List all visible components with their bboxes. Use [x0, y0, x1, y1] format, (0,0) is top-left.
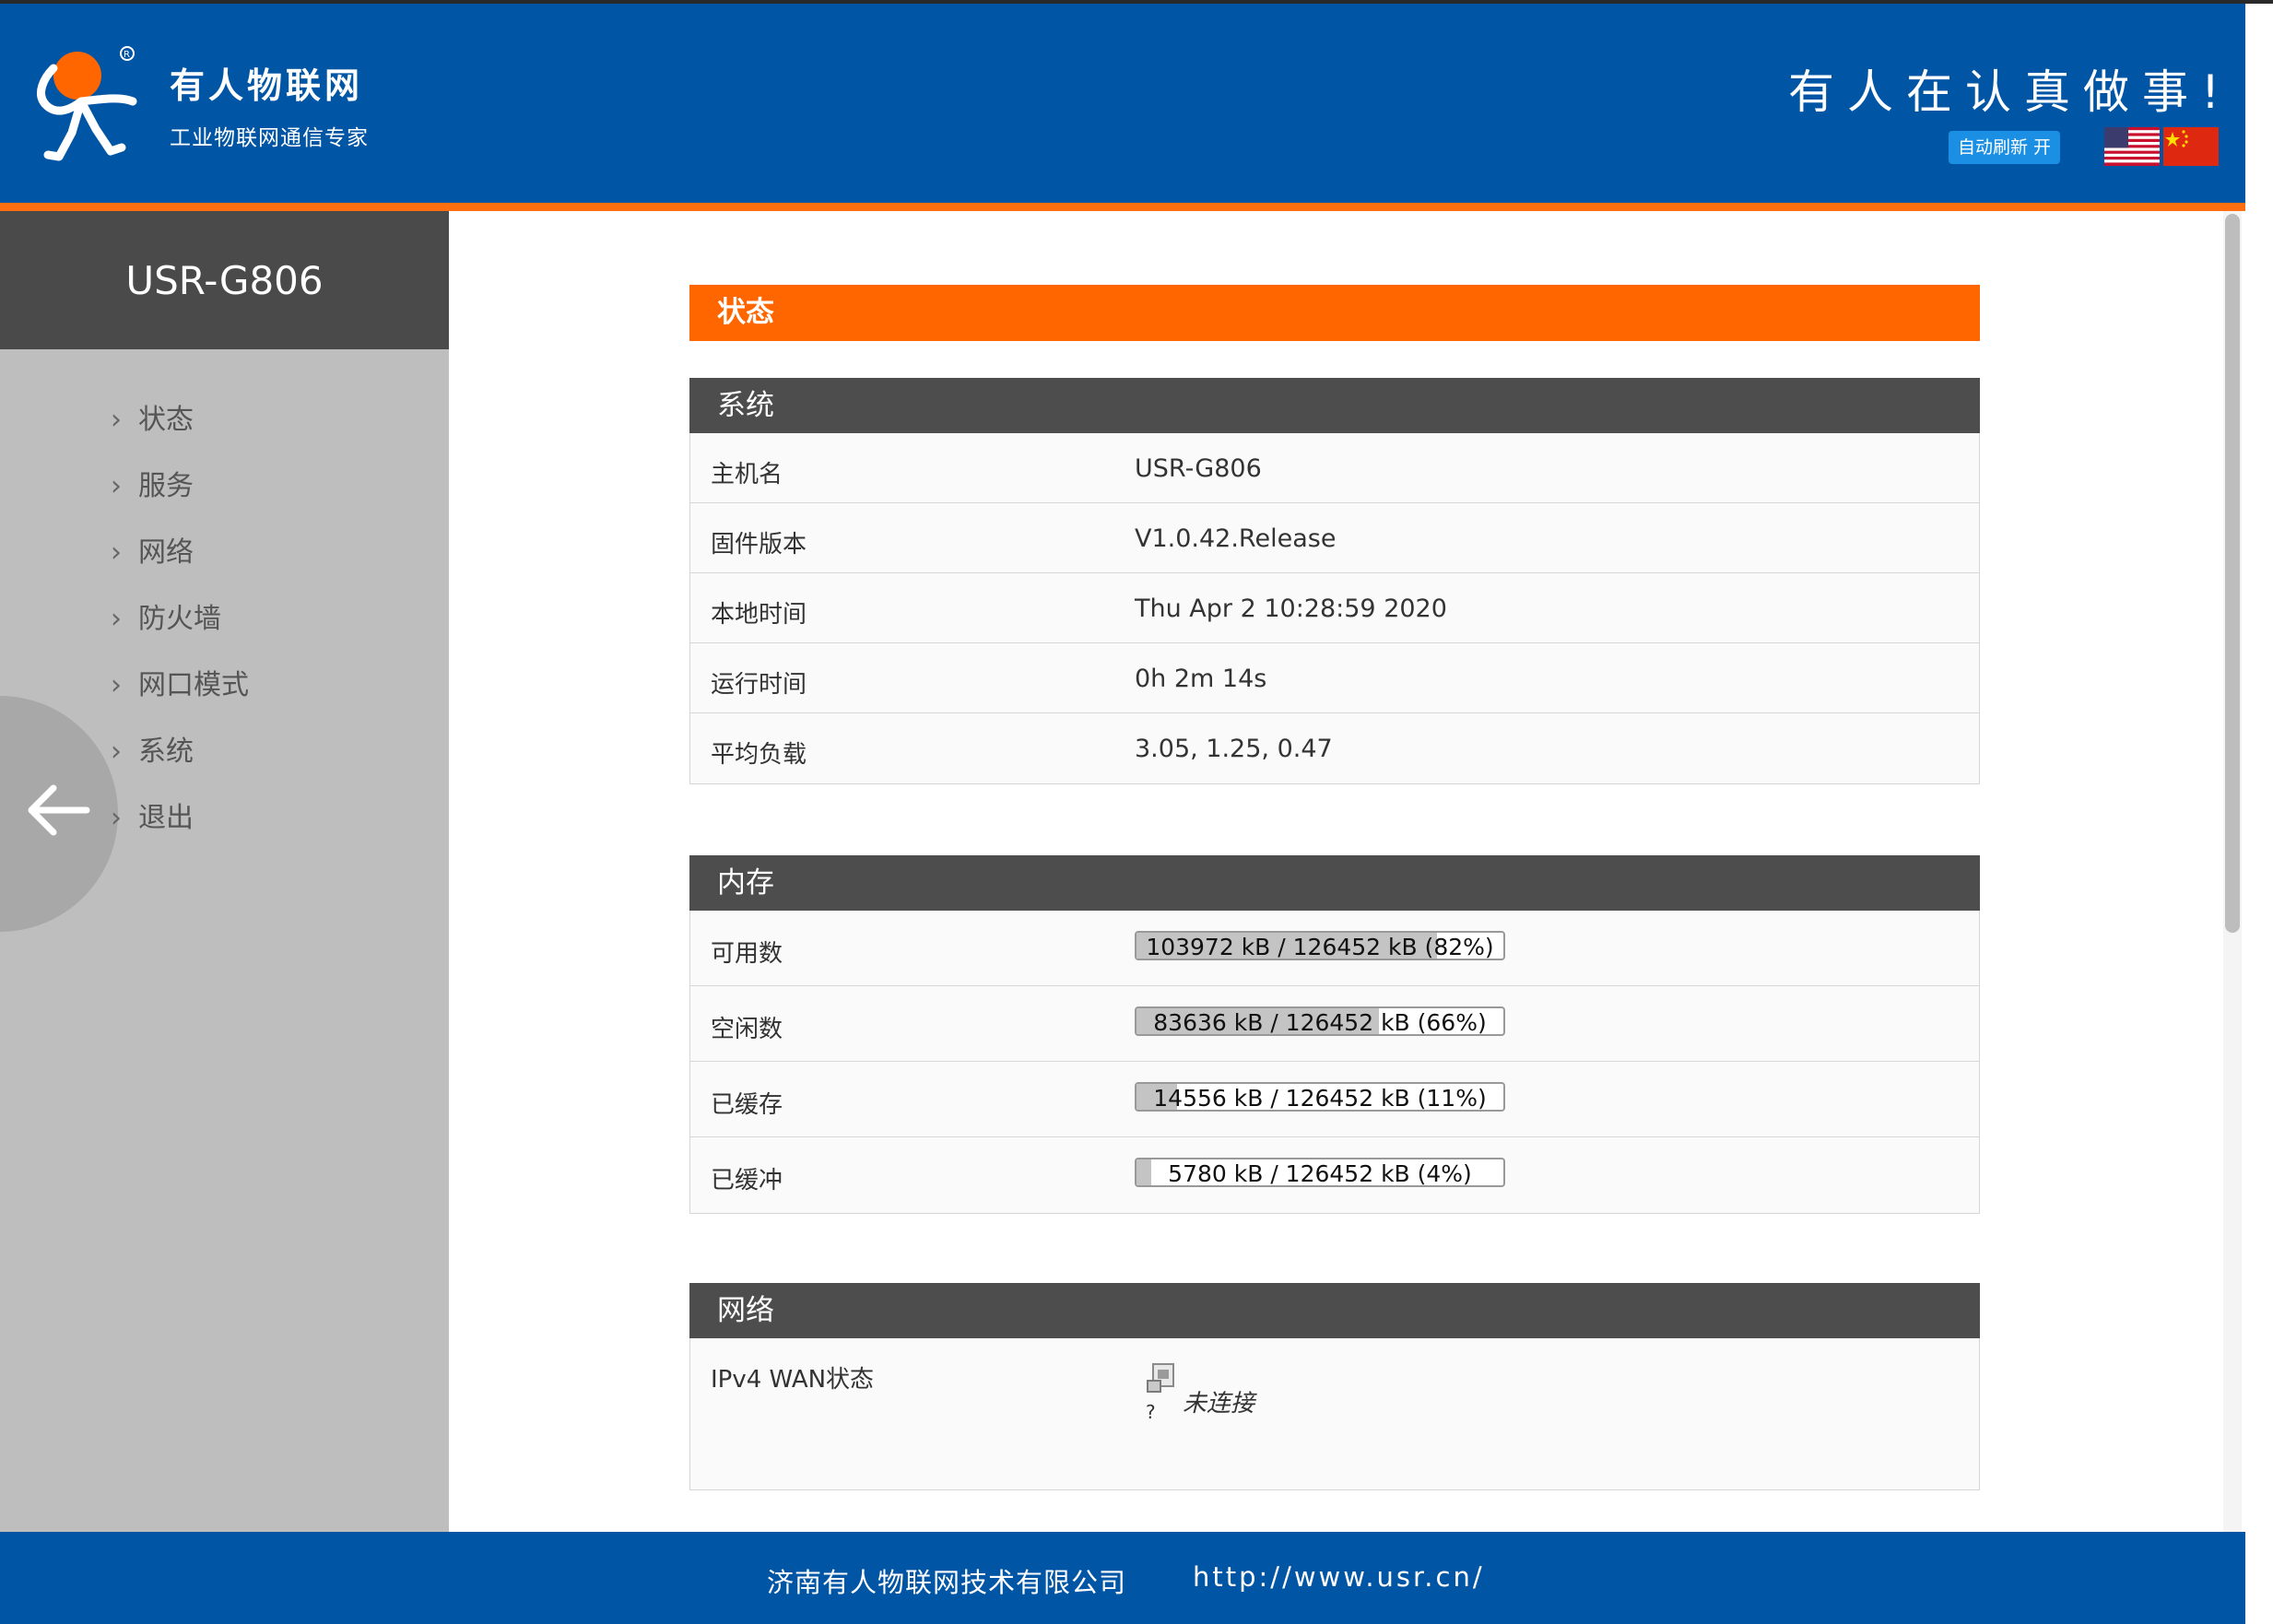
device-model-title: USR-G806 [0, 211, 449, 349]
system-table: 主机名 USR-G806 固件版本 V1.0.42.Release 本地时间 Thu … [689, 433, 1980, 784]
row-value: V1.0.42.Release [1135, 524, 1337, 553]
sidebar-item-label: 防火墙 [138, 603, 221, 635]
memory-usage-bar: 83636 kB / 126452 kB (66%) [1135, 1006, 1505, 1036]
memory-usage-bar: 14556 kB / 126452 kB (11%) [1135, 1082, 1505, 1112]
svg-text:R: R [124, 50, 130, 60]
slogan: 有人在认真做事! [1788, 65, 2233, 119]
table-row: 已缓存 14556 kB / 126452 kB (11%) [690, 1062, 1979, 1137]
sidebar-item-services[interactable]: › 服务 [111, 464, 194, 510]
brand-tagline: 工业物联网通信专家 [170, 126, 369, 150]
row-label: 平均负载 [711, 741, 807, 769]
memory-bar-text: 5780 kB / 126452 kB (4%) [1168, 1160, 1472, 1187]
usr-logo-icon: R [37, 46, 137, 161]
table-row: 平均负载 3.05, 1.25, 0.47 [690, 713, 1979, 783]
us-flag-icon[interactable] [2104, 127, 2160, 166]
chevron-right-icon: › [111, 470, 122, 502]
row-value: 3.05, 1.25, 0.47 [1135, 735, 1333, 763]
row-label: 运行时间 [711, 671, 807, 699]
table-row: 固件版本 V1.0.42.Release [690, 503, 1979, 573]
chevron-right-icon: › [111, 802, 122, 834]
memory-usage-bar: 5780 kB / 126452 kB (4%) [1135, 1158, 1505, 1187]
row-value: Thu Apr 2 10:28:59 2020 [1135, 594, 1447, 623]
system-section-heading: 系统 [689, 378, 1980, 433]
row-label: 已缓冲 [711, 1167, 783, 1194]
table-row: 本地时间 Thu Apr 2 10:28:59 2020 [690, 573, 1979, 643]
sidebar-item-label: 退出 [138, 802, 194, 834]
memory-section-heading: 内存 [689, 855, 1980, 911]
sidebar-item-logout[interactable]: › 退出 [111, 795, 194, 841]
table-row: 运行时间 0h 2m 14s [690, 643, 1979, 713]
chevron-right-icon: › [111, 603, 122, 635]
row-label: 空闲数 [711, 1016, 783, 1043]
table-row: 主机名 USR-G806 [690, 433, 1979, 503]
sidebar-item-label: 网络 [138, 536, 194, 569]
sidebar-item-label: 系统 [138, 736, 194, 768]
memory-bar-text: 103972 kB / 126452 kB (82%) [1146, 934, 1494, 960]
chevron-right-icon: › [111, 669, 122, 701]
back-arrow-icon[interactable] [22, 783, 92, 838]
memory-usage-bar: 103972 kB / 126452 kB (82%) [1135, 931, 1505, 960]
row-label: 可用数 [711, 940, 783, 968]
wan-icon-caption: ? [1146, 1401, 1156, 1423]
table-row: IPv4 WAN状态 ? 未连接 [690, 1338, 1979, 1489]
footer-url-link[interactable]: http://www.usr.cn/ [1193, 1561, 1485, 1593]
china-flag-icon[interactable] [2163, 127, 2219, 166]
page-title: 状态 [689, 285, 1980, 341]
table-row: 可用数 103972 kB / 126452 kB (82%) [690, 911, 1979, 986]
network-table: IPv4 WAN状态 ? 未连接 [689, 1338, 1980, 1490]
sidebar: USR-G806 › 状态 › 服务 › 网络 › 防火墙 › 网口模式 › 系统 › 退出 [0, 211, 449, 1532]
row-label: 主机名 [711, 461, 783, 488]
sidebar-item-port-mode[interactable]: › 网口模式 [111, 663, 249, 709]
chevron-right-icon: › [111, 404, 122, 436]
network-section-heading: 网络 [689, 1283, 1980, 1338]
chevron-right-icon: › [111, 536, 122, 569]
memory-table: 可用数 103972 kB / 126452 kB (82%) 空闲数 8363… [689, 911, 1980, 1214]
row-value: USR-G806 [1135, 454, 1262, 483]
wan-status-text: 未连接 [1183, 1390, 1255, 1418]
sidebar-item-firewall[interactable]: › 防火墙 [111, 596, 221, 642]
sidebar-item-label: 网口模式 [138, 669, 249, 701]
row-label: IPv4 WAN状态 [711, 1366, 875, 1394]
header: R 有人物联网 工业物联网通信专家 有人在认真做事! 自动刷新 开 [0, 4, 2245, 203]
footer-company: 济南有人物联网技术有限公司 [767, 1567, 1127, 1598]
sidebar-item-status[interactable]: › 状态 [111, 397, 194, 443]
auto-refresh-toggle[interactable]: 自动刷新 开 [1949, 131, 2061, 164]
memory-bar-text: 83636 kB / 126452 kB (66%) [1153, 1009, 1487, 1036]
table-row: 已缓冲 5780 kB / 126452 kB (4%) [690, 1137, 1979, 1213]
scrollbar-thumb[interactable] [2225, 214, 2240, 933]
table-row: 空闲数 83636 kB / 126452 kB (66%) [690, 986, 1979, 1062]
brand-name: 有人物联网 [170, 65, 364, 106]
row-value: 0h 2m 14s [1135, 665, 1267, 693]
memory-bar-text: 14556 kB / 126452 kB (11%) [1153, 1085, 1487, 1112]
footer: 济南有人物联网技术有限公司 http://www.usr.cn/ [0, 1532, 2245, 1624]
row-label: 固件版本 [711, 531, 807, 559]
row-label: 已缓存 [711, 1091, 783, 1119]
sidebar-item-label: 状态 [138, 404, 194, 436]
header-accent-line [0, 203, 2245, 211]
sidebar-item-network[interactable]: › 网络 [111, 530, 194, 576]
sidebar-item-label: 服务 [138, 470, 194, 502]
sidebar-item-system[interactable]: › 系统 [111, 729, 194, 775]
row-label: 本地时间 [711, 601, 807, 629]
network-port-icon [1147, 1363, 1174, 1393]
chevron-right-icon: › [111, 736, 122, 768]
